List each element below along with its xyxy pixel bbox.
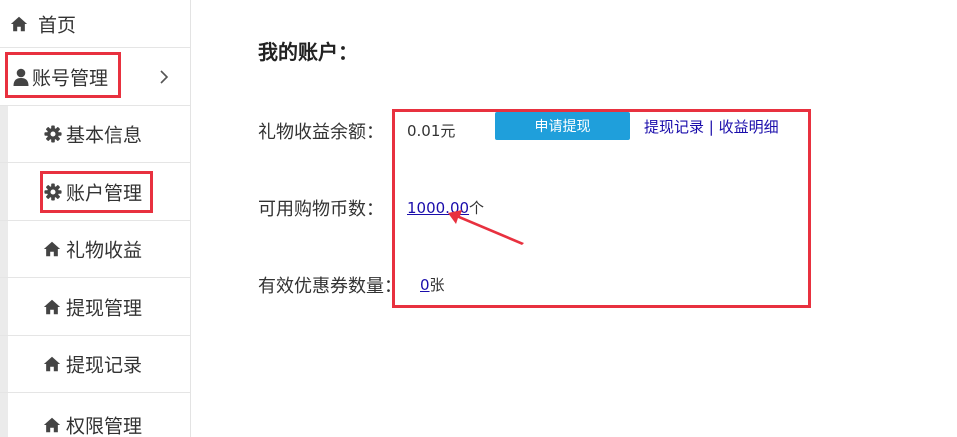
coupon-unit: 张 bbox=[429, 276, 445, 294]
apply-withdraw-button[interactable]: 申请提现 bbox=[495, 112, 630, 140]
sidebar-item-label: 基本信息 bbox=[66, 124, 143, 147]
chevron-right-icon bbox=[160, 69, 169, 84]
sidebar-item-withdraw-record[interactable]: 提现记录 bbox=[0, 336, 190, 393]
home-icon bbox=[43, 241, 61, 257]
home-icon bbox=[43, 417, 61, 433]
sidebar-item-label: 提现记录 bbox=[66, 354, 143, 377]
link-separator: | bbox=[708, 118, 714, 136]
sidebar-item-label: 账户管理 bbox=[66, 182, 143, 204]
home-icon bbox=[43, 299, 61, 314]
gift-balance-value: 0.01元 bbox=[407, 122, 456, 140]
sidebar-item-label: 礼物收益 bbox=[66, 239, 143, 262]
sidebar-item-home[interactable]: 首页 bbox=[0, 0, 190, 48]
withdraw-record-link[interactable]: 提现记录 bbox=[644, 118, 704, 136]
sidebar: 首页 账号管理 基本信息 账户管理 礼物收益 提现管理 提现记录 权限管理 bbox=[0, 0, 191, 437]
sidebar-item-gift-income[interactable]: 礼物收益 bbox=[0, 221, 190, 278]
sidebar-item-withdraw-manage[interactable]: 提现管理 bbox=[0, 278, 190, 336]
sidebar-item-basic-info[interactable]: 基本信息 bbox=[0, 106, 190, 163]
page-title: 我的账户： bbox=[258, 40, 358, 64]
sidebar-item-account-manage[interactable]: 账户管理 bbox=[0, 163, 190, 221]
coins-label: 可用购物币数： bbox=[258, 199, 384, 220]
sidebar-item-label: 账号管理 bbox=[32, 67, 109, 89]
home-icon bbox=[10, 16, 28, 31]
user-icon bbox=[13, 68, 29, 86]
gift-balance-label: 礼物收益余额： bbox=[258, 122, 384, 143]
gear-icon bbox=[44, 125, 62, 143]
arrow-annotation-icon bbox=[448, 210, 524, 245]
sidebar-item-label: 首页 bbox=[38, 14, 77, 36]
page: 首页 账号管理 基本信息 账户管理 礼物收益 提现管理 提现记录 权限管理 我的… bbox=[0, 0, 957, 437]
sidebar-item-label: 提现管理 bbox=[66, 297, 143, 319]
coupon-label: 有效优惠券数量： bbox=[258, 276, 402, 297]
sidebar-item-permission[interactable]: 权限管理 bbox=[0, 393, 190, 437]
coupon-value-group: 0张 bbox=[420, 274, 445, 295]
gear-icon bbox=[44, 182, 62, 201]
account-links: 提现记录 | 收益明细 bbox=[644, 116, 779, 137]
sidebar-item-account-management[interactable]: 账号管理 bbox=[0, 48, 190, 106]
coupon-value-link[interactable]: 0 bbox=[420, 276, 430, 294]
sidebar-item-label: 权限管理 bbox=[66, 415, 143, 437]
income-detail-link[interactable]: 收益明细 bbox=[719, 118, 779, 136]
home-icon bbox=[43, 356, 61, 372]
